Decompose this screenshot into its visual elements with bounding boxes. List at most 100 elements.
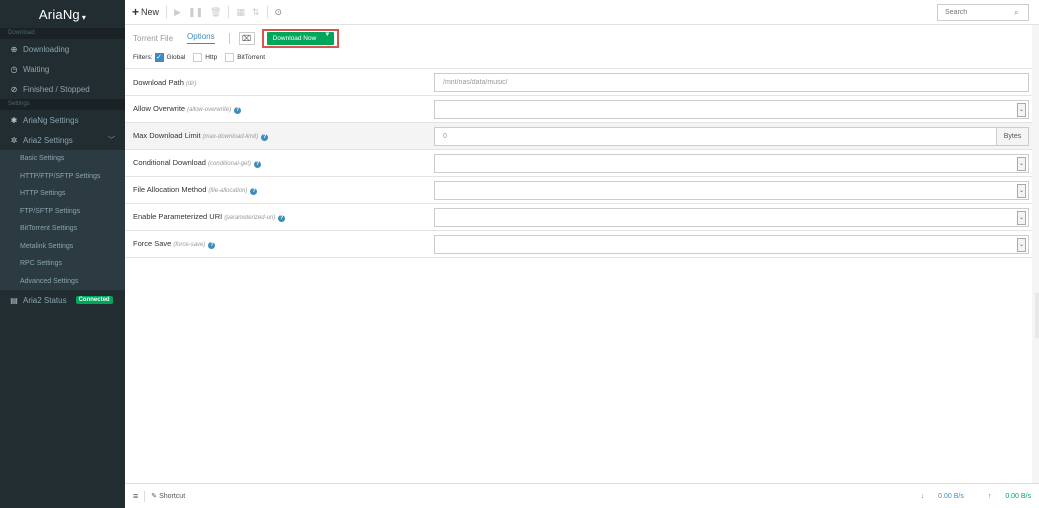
sidebar-item-label: Aria2 Status [23,295,67,305]
chevron-down-icon[interactable]: ⌄ [1017,157,1026,171]
search-box: ⌕ [937,4,1029,21]
global-checkbox[interactable]: ✓ [154,52,164,62]
option-value[interactable] [435,106,1028,113]
sidebar-item-label: Downloading [23,44,70,54]
help-icon[interactable]: ? [278,215,286,222]
status-badge: Connected [75,296,113,304]
http-checkbox[interactable] [193,52,203,62]
upload-speed: ↑ 0.00 B/s [976,493,1031,500]
option-select[interactable]: ⌄ [434,154,1029,173]
option-name: File Allocation Method [133,185,207,194]
sidebar-subitem[interactable]: FTP/SFTP Settings [0,202,125,220]
option-name: Max Download Limit [133,131,201,140]
sidebar-item-label: AriaNg Settings [23,115,79,125]
option-row: Enable Parameterized URI (parameterized-u… [125,203,1039,230]
arrow-down-icon: ↓ [920,492,925,500]
footer: ≡ ✎ Shortcut ↓ 0.00 B/s ↑ 0.00 B/s [125,483,1039,508]
sort-icon[interactable]: ⇅ [252,7,260,18]
help-icon[interactable]: ? [208,242,216,249]
chevron-down-icon[interactable]: ⌄ [1017,103,1026,117]
help-icon[interactable]: ? [261,134,269,141]
divider [166,6,168,18]
sidebar-item-aria2-status[interactable]: ▤ Aria2 Status Connected [0,290,125,310]
main-content: Torrent File Options ⌧ Download Now ▼ Fil… [125,25,1039,483]
plus-icon: + [132,5,140,19]
chevron-down-icon[interactable]: ⌄ [1017,211,1026,225]
help-icon[interactable]: ? [254,161,261,168]
play-icon[interactable]: ▶ [174,7,181,18]
sidebar-item-downloading[interactable]: ⊕ Downloading [0,39,125,59]
sidebar-subitem[interactable]: BitTorrent Settings [0,220,125,238]
options-list: Download Path(dir) Allow Overwrite(allow-… [125,68,1039,258]
download-now-button[interactable]: Download Now ▼ [266,31,335,45]
option-row: Allow Overwrite (allow-overwrite)? ⌄ [125,95,1039,122]
tab-torrent-file[interactable]: Torrent File [133,34,173,43]
sidebar-subitem[interactable]: HTTP/FTP/SFTP Settings [0,167,125,185]
chevron-down-icon[interactable]: ⌄ [1017,184,1026,198]
option-value[interactable] [435,160,1028,167]
toolbar: +New ▶ ❚❚ 🗑︎ ▦ ⇅ ⊙ ⌕ [125,0,1039,25]
sidebar-item-waiting[interactable]: ◷ Waiting [0,59,125,79]
sidebar-subitem[interactable]: Basic Settings [0,150,125,168]
section-download: Download [0,28,125,39]
sidebar-subitem[interactable]: Metalink Settings [0,237,125,255]
caret-down-icon: ▾ [81,12,87,22]
help-circle-icon[interactable]: ⊙ [275,7,283,18]
chevron-down-icon[interactable]: ⌄ [1017,238,1026,252]
option-value[interactable] [435,187,1028,194]
divider [228,6,230,18]
sidebar-item-aria2-settings[interactable]: ✲ Aria2 Settings ﹀ [0,130,125,150]
shortcut-label: Shortcut [159,493,186,500]
option-input-group: Bytes [434,127,1029,146]
pause-icon[interactable]: ❚❚ [188,7,203,18]
option-row: Max Download Limit(max-download-limit)? B… [125,122,1039,149]
option-row: File Allocation Method (file-allocation)?… [125,176,1039,203]
clock-icon: ◷ [10,64,18,74]
option-select[interactable]: ⌄ [434,235,1029,254]
option-key: (max-download-limit) [202,134,259,140]
sidebar-item-ariang-settings[interactable]: ✱ AriaNg Settings [0,110,125,130]
sidebar-subitem[interactable]: Advanced Settings [0,272,125,290]
shortcut-link[interactable]: ✎ Shortcut [151,492,185,500]
option-input-group [434,73,1029,92]
download-speed: ↓ 0.00 B/s [909,493,964,500]
download-now-highlight: Download Now ▼ [261,28,340,48]
upload-speed-value: 0.00 B/s [1005,492,1031,500]
bittorrent-checkbox[interactable] [225,52,235,62]
option-value[interactable] [435,214,1028,221]
option-label: Download Path (dir) [125,78,425,87]
option-key: (allow-overwrite) [187,107,232,113]
option-select[interactable]: ⌄ [434,100,1029,119]
app-logo[interactable]: AriaNg ▾ [0,0,125,28]
menu-icon[interactable]: ≡ [133,491,138,501]
option-key: (force-save) [173,242,206,248]
gear-icon: ✱ [10,115,18,125]
option-select[interactable]: ⌄ [434,208,1029,227]
help-icon[interactable]: ? [250,188,258,195]
arrow-up-icon: ↑ [987,492,992,500]
search-icon[interactable]: ⌕ [1014,8,1018,18]
tab-options[interactable]: Options [187,32,215,44]
sidebar-subitem[interactable]: RPC Settings [0,255,125,273]
sidebar-item-finished[interactable]: ⊘ Finished / Stopped [0,79,125,99]
option-value[interactable] [435,241,1028,248]
help-icon[interactable]: ? [234,107,242,114]
option-name: Conditional Download [133,158,206,167]
option-input[interactable] [435,79,1028,86]
select-all-icon[interactable]: ▦ [236,7,245,18]
scrollbar[interactable] [1032,25,1039,483]
caret-down-icon[interactable]: ▼ [324,32,330,38]
option-label: File Allocation Method (file-allocation)? [125,185,425,195]
scrollbar-thumb[interactable] [1035,293,1039,338]
trash-icon[interactable]: 🗑︎ [210,7,221,18]
sidebar-subitem[interactable]: HTTP Settings [0,185,125,203]
option-input[interactable] [435,133,996,140]
option-label: Enable Parameterized URI (parameterized-u… [125,212,425,222]
option-label: Conditional Download (conditional-get)? [125,158,425,168]
option-label: Max Download Limit (max-download-limit)? [125,131,425,141]
option-name: Download Path [133,77,184,87]
option-select[interactable]: ⌄ [434,181,1029,200]
folder-open-icon[interactable]: ⌧ [238,31,255,45]
new-button[interactable]: + New [132,5,159,19]
search-input[interactable] [938,9,1014,16]
